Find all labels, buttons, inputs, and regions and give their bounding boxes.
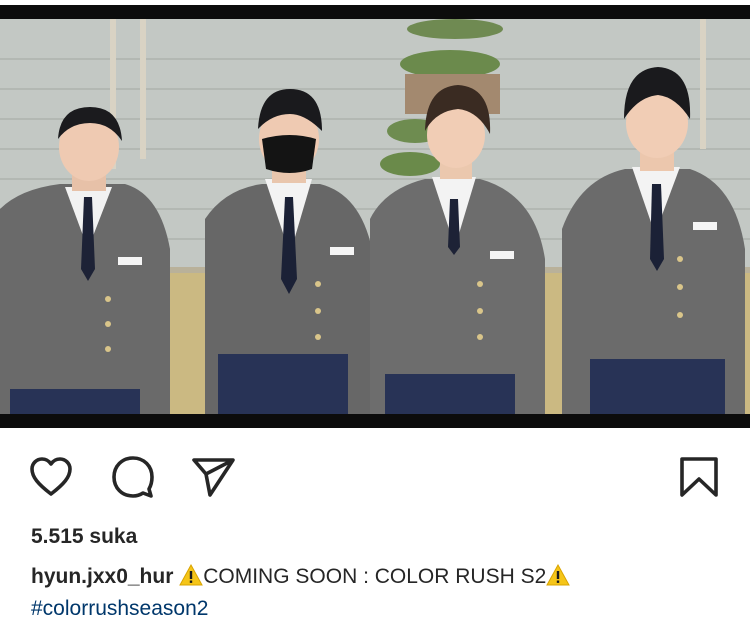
caption-text: COMING SOON : COLOR RUSH S2 (203, 565, 547, 588)
letterbox-bar-top (0, 5, 750, 19)
caption-username[interactable]: hyun.jxx0_hur (31, 565, 173, 588)
like-count[interactable]: 5.515 suka (31, 525, 137, 549)
post-photo[interactable] (0, 0, 750, 430)
post-caption: hyun.jxx0_hur COMING SOON : COLOR RUSH S… (31, 563, 571, 589)
send-icon[interactable] (190, 454, 236, 500)
hashtag-link[interactable]: #colorrushseason2 (31, 597, 208, 621)
post-image[interactable] (0, 19, 750, 414)
warning-icon (179, 563, 204, 586)
letterbox-bar-bottom (0, 414, 750, 428)
bookmark-icon[interactable] (676, 454, 722, 500)
comment-icon[interactable] (110, 454, 156, 500)
warning-icon (546, 563, 571, 586)
heart-icon[interactable] (28, 454, 74, 500)
